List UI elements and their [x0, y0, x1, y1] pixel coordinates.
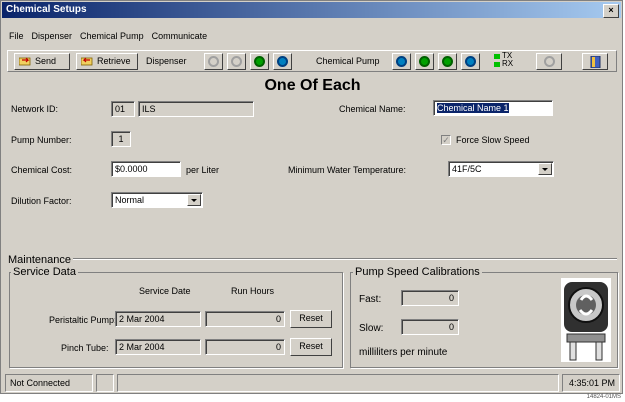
chevron-down-icon[interactable] [538, 163, 552, 175]
pinch-tube-service-date: 2 Mar 2004 [115, 339, 201, 355]
prev-icon [419, 56, 430, 67]
chevron-down-icon[interactable] [187, 194, 201, 206]
first-icon [208, 56, 219, 67]
title-bar: Chemical Setups × [2, 2, 621, 18]
service-data-title: Service Data [11, 266, 78, 278]
pump-last-button[interactable] [461, 53, 480, 70]
dispenser-last-button[interactable] [273, 53, 292, 70]
send-icon [19, 57, 31, 66]
main-window: Chemical Setups × File Dispenser Chemica… [0, 0, 623, 394]
run-hours-header: Run Hours [231, 286, 275, 296]
pump-number-field: 1 [111, 131, 131, 147]
pump-prev-button[interactable] [415, 53, 434, 70]
rx-indicator-icon [494, 62, 500, 67]
window-title: Chemical Setups [6, 4, 87, 15]
dispenser-prev-button[interactable] [227, 53, 246, 70]
dilution-factor-label: Dilution Factor: [11, 196, 72, 206]
prev-icon [231, 56, 242, 67]
last-icon [277, 56, 288, 67]
maintenance-title: Maintenance [6, 254, 73, 266]
force-slow-checkbox[interactable]: ✓ [441, 135, 451, 145]
status-clock: 4:35:01 PM [562, 374, 620, 392]
force-slow-label: Force Slow Speed [456, 135, 530, 145]
pinch-tube-reset-button[interactable]: Reset [290, 338, 332, 356]
pump-first-button[interactable] [392, 53, 411, 70]
menu-bar: File Dispenser Chemical Pump Communicate [5, 29, 211, 43]
retrieve-button[interactable]: Retrieve [76, 53, 138, 70]
pump-calibrations-title: Pump Speed Calibrations [353, 266, 482, 278]
min-water-temp-select[interactable]: 41F/5C [448, 161, 554, 177]
stop-button[interactable] [536, 53, 562, 70]
menu-file[interactable]: File [5, 29, 28, 43]
dispenser-first-button[interactable] [204, 53, 223, 70]
chemical-cost-input[interactable]: $0.0000 [111, 161, 181, 177]
peristaltic-run-hours: 0 [205, 311, 285, 327]
rx-label: RX [502, 59, 514, 68]
last-icon [465, 56, 476, 67]
exit-button[interactable] [582, 53, 608, 70]
first-icon [396, 56, 407, 67]
peristaltic-reset-button[interactable]: Reset [290, 310, 332, 328]
calibration-units-label: milliliters per minute [359, 347, 448, 358]
peristaltic-pump-illustration [561, 278, 611, 362]
next-icon [254, 56, 265, 67]
pinch-tube-run-hours: 0 [205, 339, 285, 355]
image-id-label: 14824-01MS [586, 394, 621, 400]
stop-icon [544, 56, 555, 67]
min-water-temp-value: 41F/5C [452, 164, 482, 174]
retrieve-label: Retrieve [97, 56, 131, 66]
send-label: Send [35, 56, 57, 66]
status-panel-message [117, 374, 559, 392]
pump-next-button[interactable] [438, 53, 457, 70]
dispenser-toolbar-label: Dispenser [146, 56, 187, 66]
retrieve-icon [81, 57, 93, 66]
min-water-temp-label: Minimum Water Temperature: [288, 165, 407, 175]
menu-communicate[interactable]: Communicate [148, 29, 212, 43]
dispenser-next-button[interactable] [250, 53, 269, 70]
close-button[interactable]: × [603, 4, 619, 18]
connection-status: Not Connected [5, 374, 93, 392]
send-button[interactable]: Send [14, 53, 70, 70]
dilution-factor-select[interactable]: Normal [111, 192, 203, 208]
pump-number-label: Pump Number: [11, 135, 72, 145]
chemical-cost-label: Chemical Cost: [11, 165, 73, 175]
status-panel-empty [96, 374, 114, 392]
chemical-name-input[interactable]: Chemical Name 1 [433, 100, 553, 116]
per-liter-label: per Liter [186, 165, 220, 175]
network-name-field: ILS [138, 101, 254, 117]
peristaltic-pump-label: Peristaltic Pump: [49, 315, 117, 325]
peristaltic-service-date: 2 Mar 2004 [115, 311, 201, 327]
network-id-label: Network ID: [11, 104, 59, 114]
menu-dispenser[interactable]: Dispenser [28, 29, 77, 43]
fast-label: Fast: [359, 294, 382, 305]
dilution-factor-value: Normal [115, 195, 145, 205]
slow-value-field: 0 [401, 319, 459, 335]
fast-value-field: 0 [401, 290, 459, 306]
toolbar: Send Retrieve Dispenser Chemical Pump TX… [7, 50, 617, 72]
next-icon [442, 56, 453, 67]
chemical-pump-toolbar-label: Chemical Pump [316, 56, 380, 66]
status-bar: Not Connected 4:35:01 PM [5, 374, 620, 392]
page-title: One Of Each [264, 77, 361, 94]
chemical-name-label: Chemical Name: [339, 104, 406, 114]
pinch-tube-label: Pinch Tube: [61, 343, 109, 353]
service-date-header: Service Date [139, 286, 191, 296]
slow-label: Slow: [359, 323, 384, 334]
exit-door-icon [590, 56, 601, 68]
tx-indicator-icon [494, 54, 500, 59]
chemical-name-value: Chemical Name 1 [437, 103, 509, 113]
network-id-field: 01 [111, 101, 135, 117]
menu-chemical-pump[interactable]: Chemical Pump [76, 29, 148, 43]
maintenance-divider [9, 258, 617, 260]
